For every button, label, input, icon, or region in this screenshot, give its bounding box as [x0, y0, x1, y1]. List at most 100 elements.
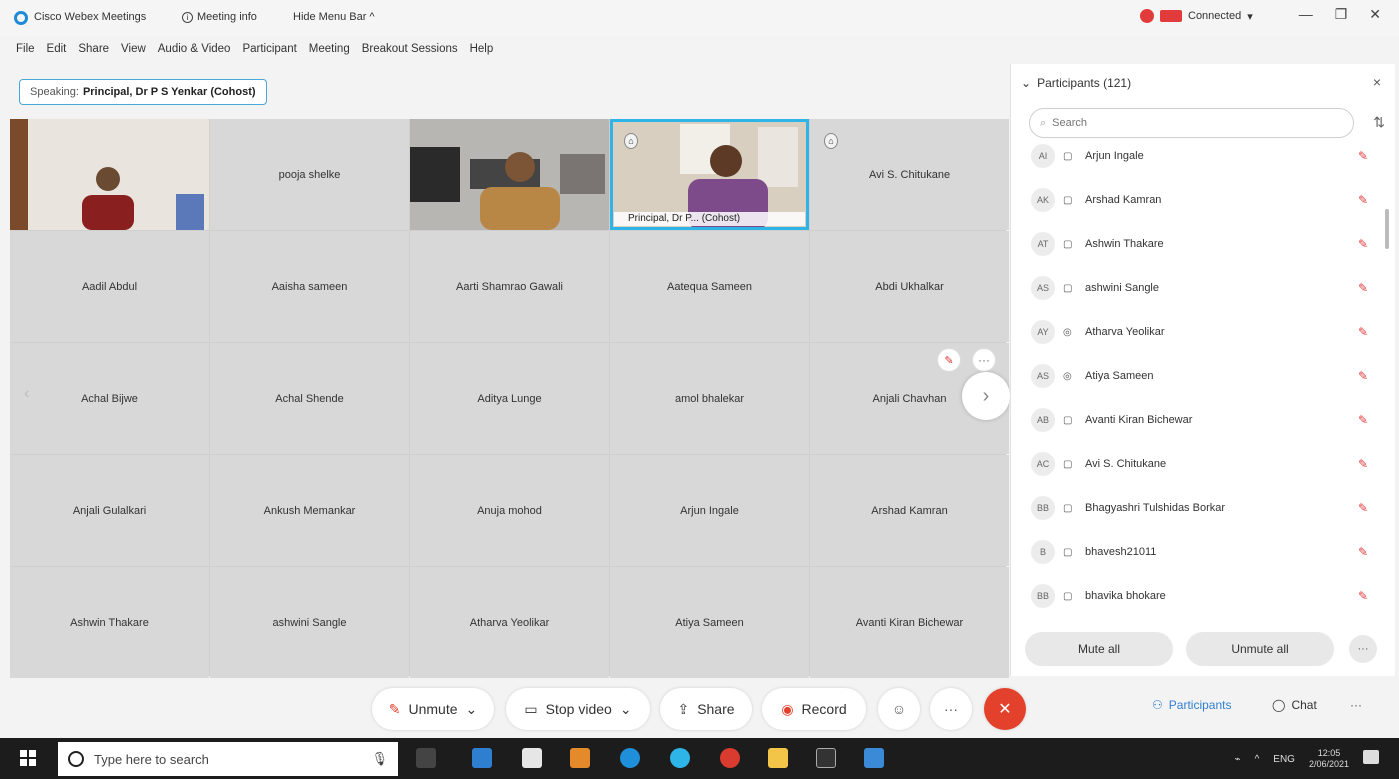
muted-mic-icon[interactable]: ✎	[1358, 413, 1368, 427]
store-app-icon[interactable]	[522, 748, 542, 768]
participant-tile[interactable]: Achal Bijwe	[10, 343, 209, 454]
participant-tile[interactable]: Achal Shende	[210, 343, 409, 454]
video-tile-active-speaker[interactable]: ⌂ Principal, Dr P... (Cohost)	[610, 119, 809, 230]
muted-mic-icon[interactable]: ✎	[937, 348, 961, 372]
task-view-icon[interactable]	[416, 748, 436, 768]
participant-tile[interactable]: pooja shelke	[210, 119, 409, 230]
participant-row[interactable]: BB ▢ bhavika bhokare ✎	[1011, 574, 1396, 616]
muted-mic-icon[interactable]: ✎	[1358, 281, 1368, 295]
participant-tile[interactable]: ⌂ Avi S. Chitukane	[810, 119, 1009, 230]
next-page-button[interactable]: ›	[962, 372, 1010, 420]
participant-row[interactable]: AB ▢ Avanti Kiran Bichewar ✎	[1011, 398, 1396, 442]
participant-tile[interactable]: Abdi Ukhalkar	[810, 231, 1009, 342]
muted-mic-icon[interactable]: ✎	[1358, 325, 1368, 339]
participant-tile[interactable]: Atiya Sameen	[610, 567, 809, 678]
participant-tile[interactable]: Avanti Kiran Bichewar	[810, 567, 1009, 678]
share-button[interactable]: ⇪ Share	[660, 688, 752, 730]
menu-meeting[interactable]: Meeting	[309, 43, 350, 55]
active-app-icon[interactable]	[864, 748, 884, 768]
video-tile[interactable]	[410, 119, 609, 230]
participant-row[interactable]: AS ◎ Atiya Sameen ✎	[1011, 354, 1396, 398]
participant-tile[interactable]: Arshad Kamran	[810, 455, 1009, 566]
network-icon[interactable]: ⌁	[1235, 754, 1241, 765]
participant-tile[interactable]: Anuja mohod	[410, 455, 609, 566]
muted-mic-icon[interactable]: ✎	[1358, 149, 1368, 163]
grid-more-button[interactable]: ···	[972, 348, 996, 372]
reactions-button[interactable]: ☺	[878, 688, 920, 730]
panel-menu-button[interactable]: ···	[1350, 698, 1362, 712]
muted-mic-icon[interactable]: ✎	[1358, 193, 1368, 207]
participant-row[interactable]: AY ◎ Atharva Yeolikar ✎	[1011, 310, 1396, 354]
participant-row[interactable]: AT ▢ Ashwin Thakare ✎	[1011, 222, 1396, 266]
unmute-button[interactable]: ✎ Unmute ⌄	[372, 688, 494, 730]
participant-tile[interactable]: Arjun Ingale	[610, 455, 809, 566]
participant-row[interactable]: B ▢ bhavesh21011 ✎	[1011, 530, 1396, 574]
participant-row[interactable]: AC ▢ Avi S. Chitukane ✎	[1011, 442, 1396, 486]
menu-help[interactable]: Help	[470, 43, 494, 55]
participant-tile[interactable]: Aarti Shamrao Gawali	[410, 231, 609, 342]
muted-mic-icon[interactable]: ✎	[1358, 545, 1368, 559]
participant-tile[interactable]: Aadil Abdul	[10, 231, 209, 342]
windows-start-button[interactable]	[20, 750, 36, 766]
menu-view[interactable]: View	[121, 43, 146, 55]
participant-list-scrollbar[interactable]	[1385, 209, 1389, 249]
video-tile[interactable]	[10, 119, 209, 230]
participant-tile[interactable]: amol bhalekar	[610, 343, 809, 454]
microphone-icon[interactable]: 🎙	[371, 751, 388, 767]
language-indicator[interactable]: ENG	[1273, 754, 1295, 765]
panel-more-button[interactable]: ···	[1349, 635, 1377, 663]
hide-menu-bar-button[interactable]: Hide Menu Bar ^	[293, 11, 375, 23]
muted-mic-icon[interactable]: ✎	[1358, 457, 1368, 471]
search-app-icon[interactable]	[816, 748, 836, 768]
connection-status[interactable]: Connected ▾	[1140, 9, 1253, 23]
muted-mic-icon[interactable]: ✎	[1358, 369, 1368, 383]
clock[interactable]: 12:05 2/06/2021	[1309, 748, 1349, 770]
muted-mic-icon[interactable]: ✎	[1358, 589, 1368, 603]
participant-row[interactable]: AI ▢ Arjun Ingale ✎	[1011, 136, 1396, 178]
more-options-button[interactable]: ···	[930, 688, 972, 730]
participant-tile[interactable]: Ashwin Thakare	[10, 567, 209, 678]
chevron-down-icon[interactable]: ⌄	[620, 701, 632, 718]
participant-tile[interactable]: ashwini Sangle	[210, 567, 409, 678]
paint-app-icon[interactable]	[570, 748, 590, 768]
participant-tile[interactable]: Anjali Gulalkari	[10, 455, 209, 566]
participant-row[interactable]: BB ▢ Bhagyashri Tulshidas Borkar ✎	[1011, 486, 1396, 530]
restore-button[interactable]: ❐	[1335, 6, 1348, 23]
end-meeting-button[interactable]: ✕	[984, 688, 1026, 730]
previous-page-button[interactable]: ‹	[24, 385, 29, 403]
taskbar-search[interactable]: Type here to search 🎙	[58, 742, 398, 776]
menu-share[interactable]: Share	[78, 43, 109, 55]
menu-audio-video[interactable]: Audio & Video	[158, 43, 231, 55]
menu-breakout-sessions[interactable]: Breakout Sessions	[362, 43, 458, 55]
webex-app-icon[interactable]	[670, 748, 690, 768]
close-window-button[interactable]: ✕	[1369, 6, 1381, 23]
edge-browser-icon[interactable]	[620, 748, 640, 768]
participant-tile[interactable]: Ankush Memankar	[210, 455, 409, 566]
muted-mic-icon[interactable]: ✎	[1358, 501, 1368, 515]
unmute-all-button[interactable]: Unmute all	[1186, 632, 1334, 666]
mute-all-button[interactable]: Mute all	[1025, 632, 1173, 666]
panel-header[interactable]: ⌄ Participants (121)	[1021, 76, 1131, 90]
participants-tab-button[interactable]: ⚇ Participants	[1152, 698, 1231, 712]
participant-row[interactable]: AK ▢ Arshad Kamran ✎	[1011, 178, 1396, 222]
notifications-icon[interactable]	[1363, 750, 1379, 764]
file-explorer-icon[interactable]	[768, 748, 788, 768]
participant-search[interactable]: ⌕	[1029, 108, 1354, 138]
menu-participant[interactable]: Participant	[242, 43, 296, 55]
search-input[interactable]	[1052, 117, 1333, 129]
menu-edit[interactable]: Edit	[47, 43, 67, 55]
meeting-info-button[interactable]: i Meeting info	[182, 11, 257, 23]
menu-file[interactable]: File	[16, 43, 35, 55]
participant-tile[interactable]: Aditya Lunge	[410, 343, 609, 454]
participant-tile[interactable]: Atharva Yeolikar	[410, 567, 609, 678]
stop-video-button[interactable]: ▭ Stop video ⌄	[506, 688, 650, 730]
participant-tile[interactable]: Aaisha sameen	[210, 231, 409, 342]
chat-tab-button[interactable]: ◯ Chat	[1272, 698, 1317, 712]
participant-tile[interactable]: Aatequa Sameen	[610, 231, 809, 342]
chrome-browser-icon[interactable]	[720, 748, 740, 768]
chevron-up-icon[interactable]: ^	[1255, 754, 1260, 765]
chevron-down-icon[interactable]: ⌄	[1021, 76, 1031, 90]
record-button[interactable]: ◉ Record	[762, 688, 866, 730]
minimize-button[interactable]: —	[1299, 6, 1313, 23]
participant-row[interactable]: AS ▢ ashwini Sangle ✎	[1011, 266, 1396, 310]
